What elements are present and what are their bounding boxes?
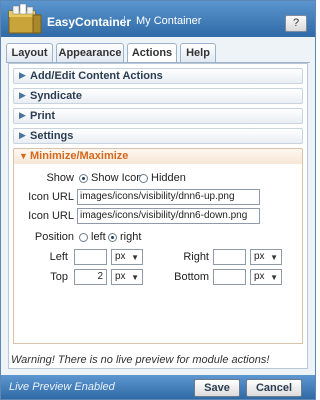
expand-arrow-icon: ▶ (19, 70, 26, 80)
left-unit-value: px (115, 251, 126, 262)
chevron-down-icon: ▼ (131, 273, 139, 282)
title-bar: EasyContainer | My Container ? (1, 1, 315, 37)
easycontainer-dialog: EasyContainer | My Container ? Layout Ap… (0, 0, 316, 400)
top-offset-label: Top (50, 271, 68, 283)
icon-url-input-1[interactable]: images/icons/visibility/dnn6-up.png (77, 189, 260, 205)
expand-arrow-icon: ▶ (19, 110, 26, 120)
top-unit-select[interactable]: px ▼ (111, 269, 143, 285)
show-icon-radio[interactable] (79, 174, 88, 183)
right-offset-input[interactable] (213, 249, 246, 265)
footer-bar: Live Preview Enabled Save Cancel (1, 375, 315, 399)
minimize-maximize-body: Show Show Icon Hidden Icon URL images/ic… (13, 164, 303, 344)
left-offset-label: Left (49, 251, 68, 263)
expand-arrow-icon: ▶ (19, 130, 26, 140)
hidden-radio-label: Hidden (151, 172, 186, 184)
bottom-unit-select[interactable]: px ▼ (250, 269, 282, 285)
tab-help[interactable]: Help (180, 43, 216, 63)
section-print[interactable]: ▶ Print (13, 108, 303, 124)
section-add-edit-content-actions[interactable]: ▶ Add/Edit Content Actions (13, 68, 303, 84)
live-preview-status: Live Preview Enabled (9, 381, 115, 393)
icon-url-label-1: Icon URL (28, 191, 74, 203)
tab-appearance[interactable]: Appearance (56, 43, 124, 63)
position-left-radio[interactable] (79, 233, 88, 242)
position-left-radio-label: left (91, 231, 106, 243)
section-label: Add/Edit Content Actions (30, 70, 163, 82)
window-title: EasyContainer (47, 15, 132, 29)
collapse-arrow-icon: ▼ (19, 151, 28, 161)
live-preview-warning: Warning! There is no live preview for mo… (11, 354, 270, 366)
section-syndicate[interactable]: ▶ Syndicate (13, 88, 303, 104)
actions-panel: ▶ Add/Edit Content Actions ▶ Syndicate ▶… (8, 63, 308, 369)
chevron-down-icon: ▼ (270, 253, 278, 262)
section-settings[interactable]: ▶ Settings (13, 128, 303, 144)
bottom-unit-value: px (254, 271, 265, 282)
help-button[interactable]: ? (285, 15, 307, 32)
chevron-down-icon: ▼ (270, 273, 278, 282)
right-unit-select[interactable]: px ▼ (250, 249, 282, 265)
title-separator: | (123, 15, 126, 27)
bottom-offset-label: Bottom (174, 271, 209, 283)
tab-layout[interactable]: Layout (6, 43, 53, 63)
show-label: Show (46, 172, 74, 184)
window-subtitle: My Container (136, 15, 202, 27)
position-right-radio-label: right (120, 231, 142, 243)
hidden-radio[interactable] (139, 174, 148, 183)
container-logo-icon (8, 3, 42, 34)
section-minimize-maximize[interactable]: ▼ Minimize/Maximize (13, 148, 303, 164)
icon-url-input-2[interactable]: images/icons/visibility/dnn6-down.png (77, 208, 260, 224)
cancel-button[interactable]: Cancel (246, 379, 302, 397)
expand-arrow-icon: ▶ (19, 90, 26, 100)
right-unit-value: px (254, 251, 265, 262)
chevron-down-icon: ▼ (131, 253, 139, 262)
section-label: Print (30, 110, 56, 122)
left-offset-input[interactable] (74, 249, 107, 265)
section-label: Settings (30, 130, 74, 142)
section-label: Syndicate (30, 90, 82, 102)
left-unit-select[interactable]: px ▼ (111, 249, 143, 265)
bottom-offset-input[interactable] (213, 269, 246, 285)
top-offset-input[interactable]: 2 (74, 269, 107, 285)
section-label: Minimize/Maximize (30, 150, 129, 162)
right-offset-label: Right (183, 251, 209, 263)
position-right-radio[interactable] (108, 233, 117, 242)
save-button[interactable]: Save (194, 379, 240, 397)
position-label: Position (34, 231, 74, 243)
top-unit-value: px (115, 271, 126, 282)
tab-actions[interactable]: Actions (127, 43, 177, 63)
show-icon-radio-label: Show Icon (91, 172, 143, 184)
icon-url-label-2: Icon URL (28, 210, 74, 222)
